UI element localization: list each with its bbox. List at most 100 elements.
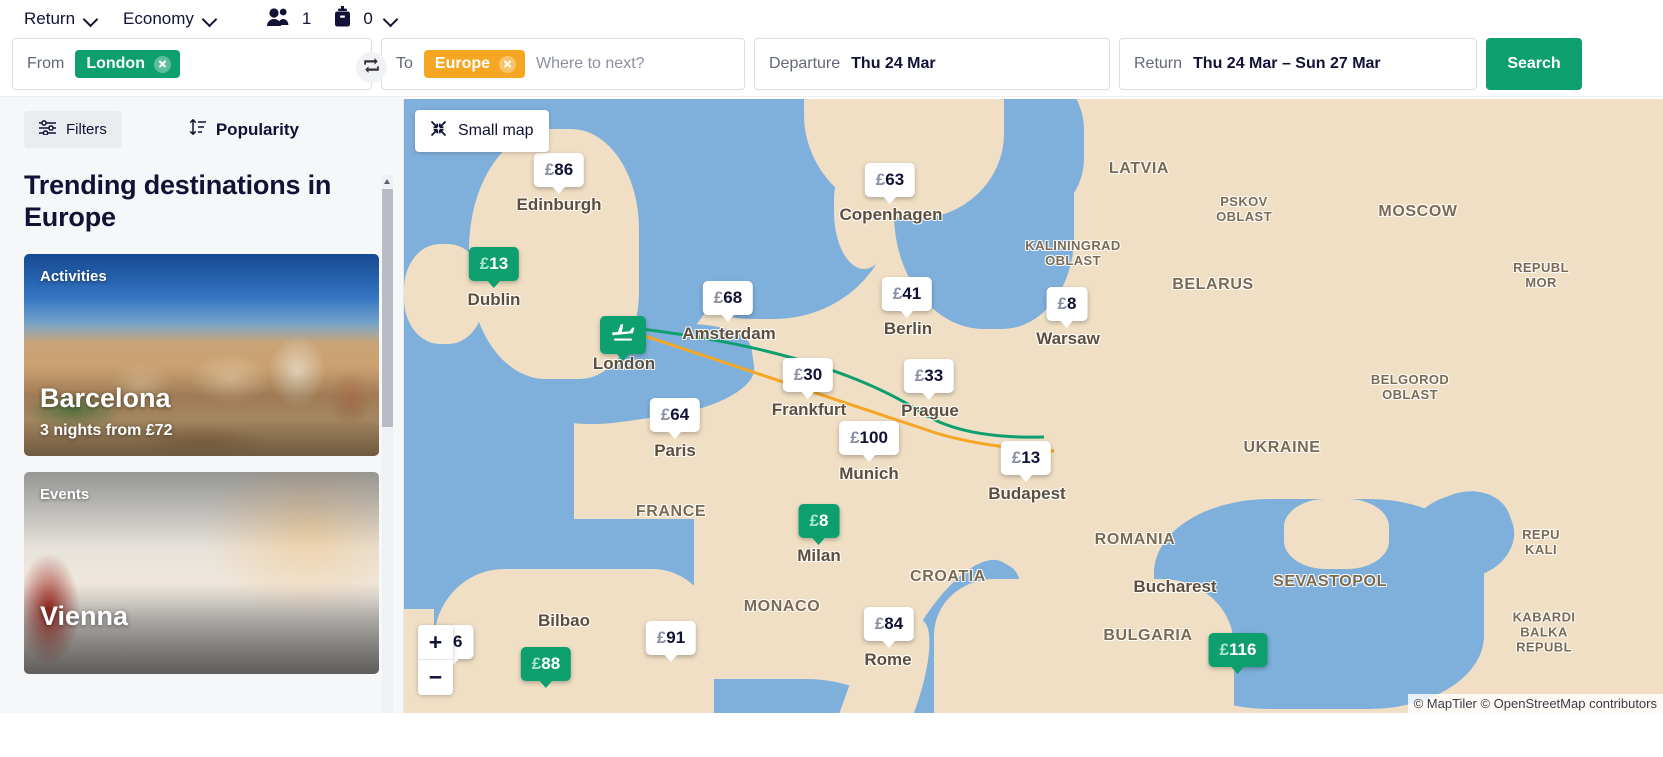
price-pin[interactable]: £41 (881, 277, 933, 318)
price-amount: 63 (885, 170, 905, 189)
price-amount: 91 (666, 628, 686, 647)
price-amount: 13 (1021, 448, 1041, 467)
price-pin[interactable]: £88 (520, 647, 572, 688)
price-amount: 100 (859, 428, 888, 447)
price-pin[interactable]: £33 (903, 359, 955, 400)
card-title: Vienna (40, 600, 129, 631)
zoom-in-button[interactable]: + (418, 625, 453, 660)
origin-chip-label: London (86, 55, 145, 72)
bags-count: 0 (363, 9, 373, 28)
card-subtitle: 3 nights from £72 (40, 421, 173, 439)
origin-pin[interactable] (600, 316, 646, 361)
sidebar-scrollbar-thumb[interactable] (382, 189, 393, 427)
clear-circle-icon[interactable] (153, 55, 171, 73)
sidebar-controls: Filters Popularity (0, 97, 403, 158)
departure-label: Departure (769, 55, 841, 72)
map-attribution: © MapTiler © OpenStreetMap contributors (1407, 694, 1663, 713)
passengers-count: 1 (301, 9, 312, 28)
origin-field[interactable]: From London (12, 38, 372, 90)
trip-type-label: Return (24, 9, 76, 28)
price-pin[interactable]: £100 (839, 421, 899, 462)
chevron-down-icon (84, 13, 97, 26)
search-button[interactable]: Search (1486, 38, 1582, 90)
price-amount: 6 (453, 632, 463, 651)
price-pin[interactable]: £8 (1046, 287, 1088, 328)
swap-arrows-icon (363, 57, 380, 79)
destination-card[interactable]: Events Vienna (24, 471, 379, 674)
origin-label: From (27, 55, 65, 72)
sort-label: Popularity (215, 119, 299, 139)
origin-chip[interactable]: London (75, 50, 180, 78)
price-amount: 68 (723, 288, 743, 307)
clear-circle-icon[interactable] (499, 55, 517, 73)
suitcase-icon (333, 5, 352, 33)
price-pin[interactable]: £68 (702, 281, 754, 322)
filters-button[interactable]: Filters (24, 111, 122, 148)
land-crimea (1284, 499, 1389, 569)
price-amount: 13 (489, 254, 509, 273)
zoom-out-button[interactable]: − (418, 660, 453, 695)
search-form: From London To Europe Where to next? Dep… (0, 38, 1663, 96)
price-amount: 88 (541, 654, 561, 673)
small-map-button[interactable]: Small map (415, 110, 549, 152)
price-pin[interactable]: £86 (533, 153, 585, 194)
destination-field[interactable]: To Europe Where to next? (381, 38, 745, 90)
collapse-arrows-icon (430, 120, 447, 142)
price-pin[interactable]: £13 (468, 247, 520, 288)
price-amount: 30 (803, 365, 823, 384)
bags-control[interactable]: 0 (325, 0, 404, 39)
price-pin[interactable]: £8 (798, 504, 840, 545)
price-pin[interactable]: £63 (864, 163, 916, 204)
card-badge: Activities (40, 267, 107, 285)
filters-label: Filters (66, 121, 107, 138)
price-pin[interactable]: £91 (645, 621, 697, 662)
price-amount: 116 (1229, 640, 1257, 659)
sidebar: Filters Popularity Trending destinations… (0, 97, 403, 713)
page-title: Trending destinations in Europe (24, 170, 332, 232)
chevron-down-icon (203, 13, 216, 26)
destination-input[interactable]: Where to next? (536, 55, 645, 73)
price-pin[interactable]: £13 (1000, 441, 1052, 482)
chevron-down-icon (384, 13, 397, 26)
zoom-controls: + − (418, 625, 453, 695)
destination-label: To (396, 55, 413, 72)
card-title: Barcelona (40, 382, 171, 413)
price-amount: 8 (819, 511, 829, 530)
price-pin[interactable]: £30 (782, 358, 834, 399)
people-icon (266, 7, 291, 32)
price-amount: 8 (1067, 294, 1077, 313)
small-map-label: Small map (458, 122, 534, 139)
destination-chip[interactable]: Europe (423, 50, 526, 78)
cabin-class-select[interactable]: Economy (113, 3, 226, 35)
land-balkans (934, 579, 1234, 713)
destination-chip-label: Europe (434, 55, 491, 72)
price-amount: 33 (924, 366, 944, 385)
plane-takeoff-icon (610, 321, 636, 350)
main-content: Filters Popularity Trending destinations… (0, 96, 1663, 713)
passengers-control[interactable]: 1 (258, 1, 319, 38)
top-toolbar: Return Economy 1 0 (0, 0, 1663, 38)
departure-value: Thu 24 Mar (851, 55, 936, 72)
sliders-icon (39, 120, 56, 139)
departure-field[interactable]: Departure Thu 24 Mar (754, 38, 1110, 90)
return-field[interactable]: Return Thu 24 Mar – Sun 27 Mar (1119, 38, 1477, 90)
price-amount: 41 (902, 284, 922, 303)
map-canvas[interactable]: Small map + − © MapTiler © OpenStreetMap… (403, 97, 1663, 713)
price-amount: 64 (670, 405, 690, 424)
sea-bothnia (994, 99, 1084, 209)
price-pin[interactable]: £84 (863, 607, 915, 648)
sort-button[interactable]: Popularity (189, 118, 299, 140)
swap-button[interactable] (356, 52, 387, 83)
trip-type-select[interactable]: Return (14, 3, 107, 35)
price-amount: 84 (884, 614, 904, 633)
scroll-up-arrow-icon[interactable] (382, 175, 393, 188)
price-amount: 86 (554, 160, 574, 179)
return-label: Return (1134, 55, 1183, 72)
return-value: Thu 24 Mar – Sun 27 Mar (1193, 55, 1381, 72)
cabin-class-label: Economy (123, 9, 194, 28)
price-pin[interactable]: £64 (649, 398, 701, 439)
sort-icon (189, 118, 206, 140)
price-pin[interactable]: £116 (1208, 633, 1268, 674)
destination-card-list: Activities Barcelona 3 nights from £72 E… (0, 240, 403, 674)
destination-card[interactable]: Activities Barcelona 3 nights from £72 (24, 253, 379, 456)
